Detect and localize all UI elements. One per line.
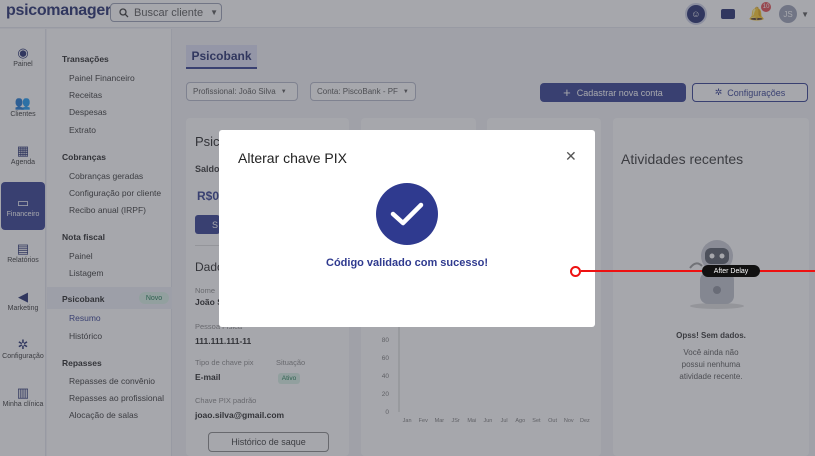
change-pix-modal: Alterar chave PIX ✕ Código validado com … <box>219 130 595 327</box>
success-message: Código validado com sucesso! <box>326 257 488 269</box>
annotation-label: After Delay <box>702 265 760 277</box>
annotation-marker <box>570 266 581 277</box>
success-check-icon <box>376 183 438 245</box>
modal-title: Alterar chave PIX <box>238 150 347 166</box>
annotation-line <box>581 270 815 272</box>
close-icon[interactable]: ✕ <box>565 148 577 165</box>
